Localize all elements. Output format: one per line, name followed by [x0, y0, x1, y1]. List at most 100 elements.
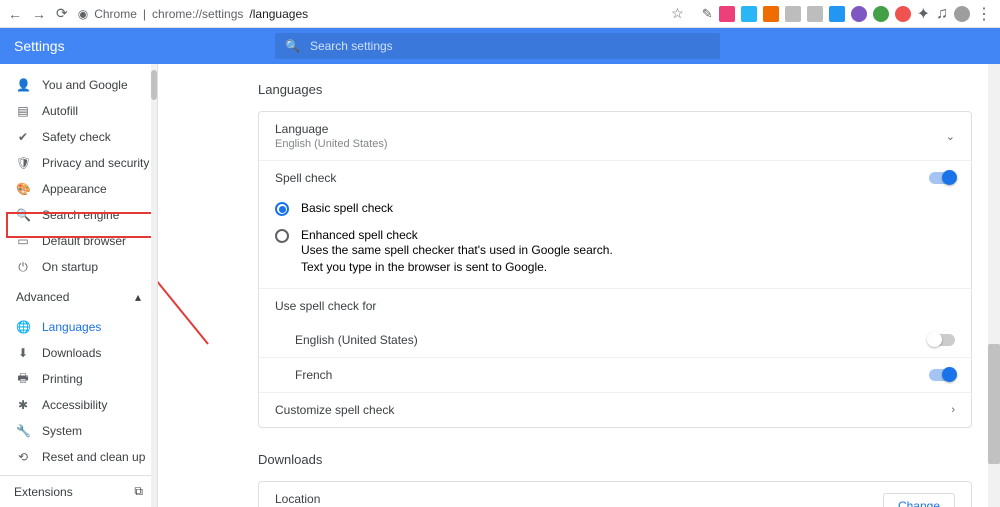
chevron-right-icon: › — [951, 404, 955, 416]
ext-icon[interactable] — [829, 6, 845, 22]
autofill-icon: ▤ — [16, 104, 30, 118]
change-location-button[interactable]: Change — [883, 493, 955, 507]
forward-icon[interactable]: → — [32, 6, 46, 22]
ext-icon[interactable] — [763, 6, 779, 22]
spellcheck-lang-toggle[interactable] — [929, 369, 955, 381]
spellcheck-lang-name: French — [295, 368, 332, 382]
sidebar-item-reset[interactable]: ⟲ Reset and clean up — [0, 444, 157, 470]
sidebar-item-label: Appearance — [42, 182, 107, 196]
enhanced-spellcheck-label: Enhanced spell check — [301, 228, 418, 242]
spellcheck-lang-toggle[interactable] — [929, 334, 955, 346]
sidebar-scrollbar-thumb[interactable] — [151, 70, 157, 100]
sidebar-item-languages[interactable]: 🌐 Languages — [0, 314, 157, 340]
site-info-icon[interactable]: ◉ — [78, 7, 88, 21]
sidebar-item-label: You and Google — [42, 78, 128, 92]
power-icon: ⏻ — [16, 260, 30, 275]
external-link-icon: ⧉ — [134, 484, 143, 499]
sidebar-scrollbar-track[interactable] — [151, 64, 157, 507]
lock-icon: 🛡 — [16, 156, 30, 170]
ext-icon[interactable] — [807, 6, 823, 22]
ext-icon[interactable] — [873, 6, 889, 22]
address-bar[interactable]: ◉ Chrome | chrome://settings/languages — [78, 7, 661, 21]
bookmark-star-icon[interactable]: ☆ — [671, 5, 684, 22]
current-language: English (United States) — [275, 138, 388, 150]
wrench-icon: 🔧 — [16, 424, 30, 438]
sidebar-item-label: Languages — [42, 320, 101, 334]
search-icon: 🔍 — [285, 39, 300, 53]
ext-icon[interactable] — [895, 6, 911, 22]
settings-header: Settings 🔍 Search settings — [0, 28, 1000, 64]
kebab-menu-icon[interactable]: ⋮ — [976, 4, 992, 24]
downloads-card: Location C:\Users\Bezbouz\Downloads Chan… — [258, 481, 972, 507]
ext-icon[interactable] — [785, 6, 801, 22]
browser-toolbar: ← → ⟳ ◉ Chrome | chrome://settings/langu… — [0, 0, 1000, 28]
media-icon[interactable]: ♫ — [936, 5, 948, 23]
sidebar-item-printing[interactable]: 🖶 Printing — [0, 366, 157, 392]
ext-pen-icon[interactable]: ✎ — [702, 6, 713, 22]
download-icon: ⬇ — [16, 346, 30, 360]
chevron-down-icon: ⌄ — [946, 130, 955, 143]
sidebar-item-label: Reset and clean up — [42, 450, 145, 464]
ext-icon[interactable] — [741, 6, 757, 22]
language-label: Language — [275, 122, 388, 136]
sidebar-item-autofill[interactable]: ▤ Autofill — [0, 98, 157, 124]
spellcheck-toggle[interactable] — [929, 172, 955, 184]
url-host: Chrome — [94, 7, 137, 21]
advanced-toggle[interactable]: Advanced ▴ — [0, 280, 157, 314]
languages-section-title: Languages — [258, 82, 972, 97]
spellcheck-label: Spell check — [275, 171, 336, 185]
back-icon[interactable]: ← — [8, 6, 22, 22]
sidebar-item-accessibility[interactable]: ✱Accessibility — [0, 392, 157, 418]
chevron-up-icon: ▴ — [135, 290, 141, 304]
sidebar-item-label: System — [42, 424, 82, 438]
globe-icon: 🌐 — [16, 320, 30, 334]
enhanced-spellcheck-desc: Uses the same spell checker that's used … — [301, 242, 631, 276]
ext-icon[interactable] — [719, 6, 735, 22]
sidebar-item-on-startup[interactable]: ⏻ On startup — [0, 254, 157, 280]
reload-icon[interactable]: ⟳ — [56, 5, 68, 22]
page-scrollbar-thumb[interactable] — [988, 344, 1000, 464]
profile-avatar[interactable] — [954, 6, 970, 22]
basic-spellcheck-label: Basic spell check — [301, 201, 393, 215]
extensions-puzzle-icon[interactable]: ✦ — [917, 4, 930, 24]
enhanced-spellcheck-option[interactable]: Enhanced spell check Uses the same spell… — [259, 222, 971, 288]
use-for-label: Use spell check for — [275, 299, 376, 313]
customize-spellcheck-row[interactable]: Customize spell check › — [259, 392, 971, 427]
search-placeholder: Search settings — [310, 39, 393, 53]
basic-spellcheck-option[interactable]: Basic spell check — [259, 195, 971, 222]
sidebar-item-safety-check[interactable]: ✔Safety check — [0, 124, 157, 150]
language-row[interactable]: Language English (United States) ⌄ — [259, 112, 971, 160]
sidebar-item-label: Autofill — [42, 104, 78, 118]
appearance-icon: 🎨 — [16, 182, 30, 196]
url-path: /languages — [249, 7, 308, 21]
sidebar-item-you-and-google[interactable]: 👤 You and Google — [0, 72, 157, 98]
location-label: Location — [275, 492, 421, 506]
spellcheck-lang-name: English (United States) — [295, 333, 418, 347]
sidebar-item-appearance[interactable]: 🎨 Appearance — [0, 176, 157, 202]
sidebar-item-label: Downloads — [42, 346, 101, 360]
person-icon: 👤 — [16, 78, 30, 92]
sidebar-item-privacy[interactable]: 🛡Privacy and security — [0, 150, 157, 176]
settings-sidebar: 👤You and Google ▤Autofill ✔Safety check … — [0, 64, 158, 507]
browser-icon: ▭ — [16, 234, 30, 248]
settings-content: Languages Language English (United State… — [158, 64, 1000, 507]
reset-icon: ⟲ — [16, 450, 30, 464]
extensions-label: Extensions — [14, 485, 73, 499]
ext-icon[interactable] — [851, 6, 867, 22]
sidebar-item-system[interactable]: 🔧 System — [0, 418, 157, 444]
spellcheck-row: Spell check — [259, 160, 971, 195]
sidebar-item-default-browser[interactable]: ▭ Default browser — [0, 228, 157, 254]
sidebar-item-label: Default browser — [42, 234, 126, 248]
search-settings-input[interactable]: 🔍 Search settings — [275, 33, 720, 59]
extension-icons: ✎ ✦ ♫ ⋮ — [702, 4, 992, 24]
print-icon: 🖶 — [16, 369, 30, 390]
sidebar-item-search-engine[interactable]: 🔍Search engine — [0, 202, 157, 228]
customize-label: Customize spell check — [275, 403, 394, 417]
sidebar-item-label: Search engine — [42, 208, 119, 222]
a11y-icon: ✱ — [16, 398, 30, 412]
sidebar-item-downloads[interactable]: ⬇ Downloads — [0, 340, 157, 366]
sidebar-extensions-link[interactable]: Extensions ⧉ — [0, 475, 157, 507]
annotation-arrow — [158, 174, 228, 354]
sidebar-item-label: Printing — [42, 372, 83, 386]
sidebar-item-label: On startup — [42, 260, 98, 274]
